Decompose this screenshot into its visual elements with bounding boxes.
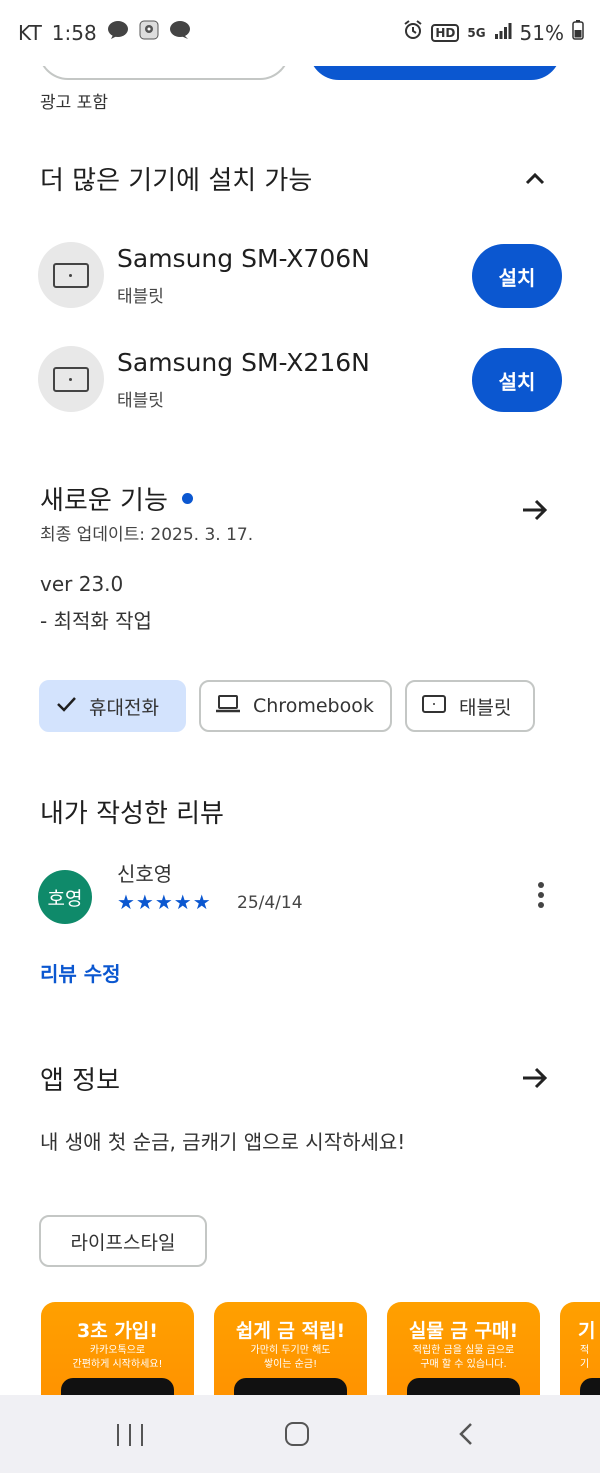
whats-new-header[interactable]: 새로운 기능	[40, 480, 193, 517]
device-type: 태블릿	[117, 287, 164, 307]
phone-mockup	[61, 1378, 174, 1395]
status-left: KT 1:58	[18, 20, 191, 45]
last-updated-text: 최종 업데이트: 2025. 3. 17.	[40, 525, 254, 545]
star-rating: ★★★★★	[117, 890, 212, 914]
chip-chromebook[interactable]: Chromebook	[199, 680, 392, 732]
laptop-icon	[215, 694, 241, 719]
screenshot-carousel[interactable]: 3초 가입! 카카오톡으로 간편하게 시작하세요! 쉽게 금 적립! 가만히 두기…	[0, 1302, 600, 1395]
screenshot-subtitle: 가만히 두기만 해도 쌓이는 순금!	[250, 1345, 331, 1370]
chip-tablet[interactable]: 태블릿	[405, 680, 535, 732]
phone-mockup	[580, 1378, 600, 1395]
new-indicator-dot	[181, 493, 193, 504]
checkmark-icon	[55, 693, 77, 720]
more-devices-title: 더 많은 기기에 설치 가능	[40, 166, 313, 196]
my-review-title: 내가 작성한 리뷰	[40, 799, 224, 829]
screenshot-card[interactable]: 기 적기	[560, 1302, 600, 1395]
screenshot-subtitle: 적기	[580, 1345, 590, 1370]
avatar: 호영	[38, 870, 92, 924]
clock: 1:58	[51, 20, 97, 45]
system-nav-bar	[0, 1395, 600, 1473]
chip-phone-label: 휴대전화	[89, 696, 159, 719]
device-name: Samsung SM-X216N	[117, 348, 370, 377]
phone-mockup	[407, 1378, 520, 1395]
reviewer-name: 신호영	[117, 862, 173, 886]
chat-notification-icon	[169, 20, 191, 45]
kakaotalk-notification-icon	[107, 20, 129, 45]
screenshot-subtitle: 카카오톡으로 간편하게 시작하세요!	[72, 1345, 163, 1370]
contains-ads-label: 광고 포함	[40, 93, 108, 113]
install-button[interactable]: 설치	[472, 348, 562, 412]
install-button[interactable]: 설치	[472, 244, 562, 308]
device-row: Samsung SM-X216N 태블릿 설치	[38, 346, 562, 416]
more-options-icon[interactable]	[536, 882, 546, 912]
whats-new-arrow-icon[interactable]	[519, 494, 551, 526]
screenshot-card[interactable]: 3초 가입! 카카오톡으로 간편하게 시작하세요!	[41, 1302, 194, 1395]
release-notes-text: - 최적화 작업	[40, 609, 152, 633]
maps-notification-icon	[139, 20, 159, 45]
chip-tablet-label: 태블릿	[459, 696, 512, 719]
edit-review-link[interactable]: 리뷰 수정	[40, 958, 121, 987]
device-name: Samsung SM-X706N	[117, 244, 370, 273]
phone-mockup	[234, 1378, 347, 1395]
carrier-label: KT	[18, 20, 42, 45]
battery-percent: 51%	[519, 20, 564, 45]
tablet-device-icon	[38, 242, 104, 308]
signal-icon	[494, 21, 512, 45]
review-date: 25/4/14	[237, 893, 303, 913]
chip-phone[interactable]: 휴대전화	[39, 680, 186, 732]
device-type: 태블릿	[117, 391, 164, 411]
screenshot-title: 기	[578, 1320, 596, 1342]
alarm-icon	[403, 20, 423, 45]
tablet-device-icon	[38, 346, 104, 412]
battery-icon	[572, 20, 584, 45]
screenshot-card[interactable]: 실물 금 구매! 적립한 금을 실물 금으로 구매 할 수 있습니다.	[387, 1302, 540, 1395]
status-bar: KT 1:58 HD 5G 51%	[0, 0, 600, 66]
screenshot-title: 실물 금 구매!	[408, 1320, 519, 1342]
device-row: Samsung SM-X706N 태블릿 설치	[38, 242, 562, 312]
tablet-icon	[421, 694, 447, 719]
home-icon[interactable]	[285, 1422, 309, 1446]
collapse-chevron-up-icon[interactable]	[520, 164, 550, 194]
screenshot-title: 3초 가입!	[77, 1320, 158, 1342]
hd-icon: HD	[431, 23, 460, 42]
version-text: ver 23.0	[40, 572, 124, 596]
back-icon[interactable]	[455, 1422, 479, 1446]
chip-chromebook-label: Chromebook	[253, 695, 374, 717]
app-info-title: 앱 정보	[40, 1066, 121, 1096]
app-description: 내 생애 첫 순금, 금캐기 앱으로 시작하세요!	[40, 1130, 406, 1154]
recents-icon[interactable]	[117, 1424, 143, 1446]
network-type-icon: 5G	[467, 25, 486, 40]
screenshot-title: 쉽게 금 적립!	[235, 1320, 346, 1342]
screenshot-subtitle: 적립한 금을 실물 금으로 구매 할 수 있습니다.	[412, 1345, 515, 1370]
category-chip[interactable]: 라이프스타일	[39, 1215, 207, 1267]
screenshot-card[interactable]: 쉽게 금 적립! 가만히 두기만 해도 쌓이는 순금!	[214, 1302, 367, 1395]
status-right: HD 5G 51%	[403, 20, 584, 45]
whats-new-title: 새로운 기능	[40, 486, 168, 516]
app-info-arrow-icon[interactable]	[519, 1062, 551, 1094]
